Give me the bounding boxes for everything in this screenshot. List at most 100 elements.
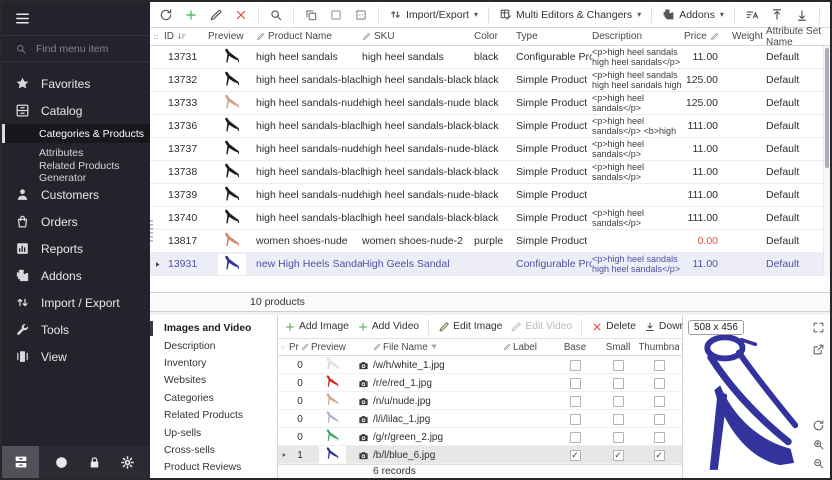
delete-button[interactable]: Delete bbox=[590, 319, 637, 335]
image-row[interactable]: 0/w/h/white_1.jpg bbox=[278, 356, 682, 374]
thumbnail-checkbox[interactable]: ✓ bbox=[654, 450, 665, 461]
move-up-button[interactable] bbox=[767, 6, 787, 24]
fullscreen-icon[interactable] bbox=[812, 321, 825, 334]
move-down-button[interactable] bbox=[792, 6, 812, 24]
zoom-out-icon[interactable] bbox=[812, 457, 825, 470]
column-header-price[interactable]: Price bbox=[684, 31, 732, 42]
product-row[interactable]: 13817women shoes-nudewomen shoes-nude-2p… bbox=[150, 230, 830, 253]
image-row[interactable]: 0/r/e/red_1.jpg bbox=[278, 374, 682, 392]
column-header-attribute-set-name[interactable]: Attribute Set Name bbox=[766, 26, 830, 48]
grid-scrollbar-thumb[interactable] bbox=[825, 48, 829, 168]
image-row[interactable]: 1/b/l/blue_6.jpg✓✓✓✓ bbox=[278, 446, 682, 464]
column-header-type[interactable]: Type bbox=[516, 31, 592, 42]
column-header-product-name[interactable]: Product Name bbox=[256, 31, 362, 42]
sidebar-item-view[interactable]: View bbox=[2, 343, 150, 370]
rename-button[interactable] bbox=[742, 6, 762, 24]
addons-button[interactable]: Addons▾ bbox=[659, 6, 727, 23]
refresh-button[interactable] bbox=[156, 6, 176, 24]
column-header-description[interactable]: Description bbox=[592, 31, 684, 42]
base-checkbox[interactable] bbox=[570, 360, 581, 371]
base-checkbox[interactable] bbox=[570, 396, 581, 407]
product-row[interactable]: 13738high heel sandals-black-37high heel… bbox=[150, 161, 830, 184]
copy-button[interactable] bbox=[301, 6, 321, 24]
sidebar-item-related-products-generator[interactable]: Related Products Generator bbox=[2, 162, 150, 181]
lock-button[interactable] bbox=[87, 455, 102, 470]
small-checkbox[interactable] bbox=[613, 396, 624, 407]
column-header-weight[interactable]: Weight bbox=[732, 31, 766, 42]
add-video-button[interactable]: Add Video bbox=[356, 319, 420, 335]
base-checkbox[interactable] bbox=[570, 414, 581, 425]
column-header-file-name[interactable]: File Name bbox=[373, 342, 503, 353]
tab-inventory[interactable]: Inventory bbox=[150, 355, 277, 372]
tab-cross-sells[interactable]: Cross-sells bbox=[150, 442, 277, 459]
menu-search-input[interactable] bbox=[34, 42, 134, 56]
column-header-preview[interactable]: Preview bbox=[311, 342, 353, 353]
paste-button[interactable] bbox=[351, 6, 371, 24]
small-checkbox[interactable] bbox=[613, 414, 624, 425]
import-export-button[interactable]: Import/Export▾ bbox=[386, 6, 481, 23]
image-row[interactable]: 0/l/i/lilac_1.jpg bbox=[278, 410, 682, 428]
product-row[interactable]: 13931new High Heels SandalsHigh Geels Sa… bbox=[150, 253, 830, 276]
product-row[interactable]: 13733high heel sandals-nudehigh heel san… bbox=[150, 92, 830, 115]
sidebar-item-customers[interactable]: Customers bbox=[2, 181, 150, 208]
menu-toggle-icon[interactable] bbox=[14, 10, 31, 27]
zoom-in-icon[interactable] bbox=[812, 438, 825, 451]
sidebar-item-reports[interactable]: Reports bbox=[2, 235, 150, 262]
thumbnail-checkbox[interactable] bbox=[654, 360, 665, 371]
thumbnail-checkbox[interactable] bbox=[654, 432, 665, 443]
sidebar-item-tools[interactable]: Tools bbox=[2, 316, 150, 343]
column-header-small[interactable]: Small bbox=[597, 342, 639, 353]
column-header-sku[interactable]: SKU bbox=[362, 31, 474, 42]
tab-websites[interactable]: Websites bbox=[150, 372, 277, 389]
add-button[interactable] bbox=[181, 6, 201, 24]
tab-description[interactable]: Description bbox=[150, 337, 277, 354]
sidebar-item-categories-products[interactable]: Categories & Products bbox=[2, 124, 150, 143]
small-checkbox[interactable] bbox=[613, 360, 624, 371]
find-button[interactable] bbox=[266, 6, 286, 24]
sidebar-item-addons[interactable]: Addons bbox=[2, 262, 150, 289]
small-checkbox[interactable] bbox=[613, 378, 624, 389]
thumbnail-checkbox[interactable] bbox=[654, 414, 665, 425]
rotate-icon[interactable] bbox=[812, 419, 825, 432]
thumbnail-checkbox[interactable] bbox=[654, 378, 665, 389]
settings-button[interactable] bbox=[120, 455, 135, 470]
base-checkbox[interactable]: ✓ bbox=[570, 450, 581, 461]
base-checkbox[interactable] bbox=[570, 432, 581, 443]
multi-editors-changers-button[interactable]: Multi Editors & Changers▾ bbox=[496, 6, 644, 23]
column-header-base[interactable]: Base bbox=[553, 342, 597, 353]
edit-button[interactable] bbox=[206, 6, 226, 24]
sidebar-item-import-export[interactable]: Import / Export bbox=[2, 289, 150, 316]
delete-button[interactable] bbox=[231, 6, 251, 24]
select-button[interactable] bbox=[326, 6, 346, 24]
tab-up-sells[interactable]: Up-sells bbox=[150, 424, 277, 441]
open-in-new-icon[interactable] bbox=[812, 343, 825, 356]
tab-images-and-video[interactable]: Images and Video bbox=[150, 320, 277, 337]
product-row[interactable]: 13739high heel sandals-nude-37high heel … bbox=[150, 184, 830, 207]
product-row[interactable]: 13732high heel sandals-blackhigh heel sa… bbox=[150, 69, 830, 92]
image-row[interactable]: 0/g/r/green_2.jpg bbox=[278, 428, 682, 446]
column-header-pr[interactable]: Pr bbox=[289, 342, 311, 353]
product-row[interactable]: 13740high heel sandals-black-38high heel… bbox=[150, 207, 830, 230]
sidebar-item-favorites[interactable]: Favorites bbox=[2, 70, 150, 97]
small-checkbox[interactable] bbox=[613, 432, 624, 443]
product-row[interactable]: 13736high heel sandals-black-36high heel… bbox=[150, 115, 830, 138]
product-row[interactable]: 13737high heel sandals-nude-36high heel … bbox=[150, 138, 830, 161]
menu-search[interactable] bbox=[2, 36, 150, 62]
tab-categories[interactable]: Categories bbox=[150, 390, 277, 407]
column-header-label[interactable]: Label bbox=[503, 342, 553, 353]
tab-related-products[interactable]: Related Products bbox=[150, 407, 277, 424]
column-header-preview[interactable]: Preview bbox=[208, 31, 256, 42]
grid-scrollbar[interactable] bbox=[823, 46, 830, 276]
edit-image-button[interactable]: Edit Image bbox=[437, 319, 503, 335]
column-header-thumbna[interactable]: Thumbna bbox=[639, 342, 679, 353]
base-checkbox[interactable] bbox=[570, 378, 581, 389]
tab-product-reviews[interactable]: Product Reviews bbox=[150, 459, 277, 476]
thumbnail-checkbox[interactable] bbox=[654, 396, 665, 407]
column-header-color[interactable]: Color bbox=[474, 31, 516, 42]
small-checkbox[interactable]: ✓ bbox=[613, 450, 624, 461]
footer-catalog-button[interactable] bbox=[2, 446, 39, 478]
view-button[interactable]: View▾ bbox=[827, 6, 832, 23]
help-button[interactable]: ? bbox=[54, 455, 69, 470]
add-image-button[interactable]: Add Image bbox=[283, 319, 350, 335]
splitter-handle[interactable] bbox=[150, 220, 156, 244]
